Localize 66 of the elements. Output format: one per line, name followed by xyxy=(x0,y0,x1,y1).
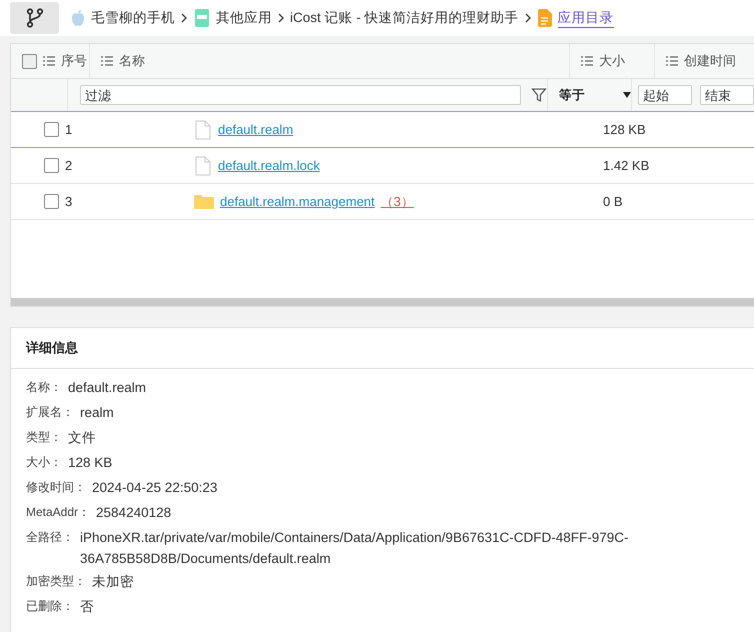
field-label: 加密类型： xyxy=(26,573,86,590)
field-value: realm xyxy=(80,404,114,422)
branch-button[interactable] xyxy=(10,2,59,34)
panel-title: 详细信息 xyxy=(11,328,754,369)
size-cell-text: 0 B xyxy=(602,193,624,211)
field-label: 修改时间： xyxy=(26,479,86,496)
column-header[interactable]: 大小 xyxy=(599,52,625,70)
size-cell-text: 1.42 KB xyxy=(602,157,650,175)
start-field[interactable]: 起始 xyxy=(638,85,692,105)
row-number: 3 xyxy=(65,194,72,209)
file-icon xyxy=(194,156,212,176)
field-value: 未加密 xyxy=(92,573,134,591)
column-header[interactable]: 序号 xyxy=(61,52,87,70)
column-header[interactable]: 名称 xyxy=(119,52,145,70)
apple-icon xyxy=(70,9,86,27)
file-link[interactable]: default.realm.management xyxy=(220,194,375,209)
dropdown-arrow-icon xyxy=(623,92,631,98)
field-label: 类型： xyxy=(26,429,62,446)
field-value: 2584240128 xyxy=(96,504,172,522)
list-icon xyxy=(666,56,678,66)
field-label: MetaAddr： xyxy=(26,504,90,521)
filter-icon[interactable] xyxy=(531,87,547,103)
branch-icon xyxy=(26,8,44,28)
operator-dropdown[interactable]: 等于 xyxy=(559,86,631,104)
list-icon xyxy=(101,56,113,66)
breadcrumb-link[interactable]: 应用目录 xyxy=(558,8,614,28)
field-label: 名称： xyxy=(26,379,62,396)
field-value: 文件 xyxy=(68,429,96,447)
row-checkbox[interactable] xyxy=(44,194,59,209)
chevron-icon xyxy=(524,13,532,23)
chevron-icon xyxy=(277,13,285,23)
app-icon xyxy=(193,8,211,28)
end-field[interactable]: 结束 xyxy=(700,85,754,105)
field-value: default.realm xyxy=(68,379,146,397)
list-icon xyxy=(43,56,55,66)
field-value: 2024-04-25 22:50:23 xyxy=(92,479,218,497)
row-number: 1 xyxy=(65,122,72,137)
field-label: 已删除： xyxy=(26,598,74,615)
table-row[interactable]: 3 default.realm.management （3） 0 B xyxy=(11,184,754,220)
field-value: 128 KB xyxy=(68,454,112,472)
row-number: 2 xyxy=(65,158,72,173)
select-all-checkbox[interactable] xyxy=(22,54,37,68)
document-icon xyxy=(536,8,553,28)
field-label: 扩展名： xyxy=(26,404,74,421)
file-icon xyxy=(194,120,212,140)
row-checkbox[interactable] xyxy=(44,122,59,137)
count-link[interactable]: （3） xyxy=(380,192,414,210)
field-value: iPhoneXR.tar/private/var/mobile/Containers/Data/Application/9B67631C-CDFD-48FF-979C-36A785B58D8B/Documents/default.realm xyxy=(80,529,630,568)
filter-field[interactable]: 过滤 xyxy=(80,85,522,105)
chevron-icon xyxy=(180,13,188,23)
column-header[interactable]: 创建时间 xyxy=(684,52,736,70)
field-value: 否 xyxy=(80,598,94,616)
row-checkbox[interactable] xyxy=(44,158,59,173)
table-row[interactable]: 2 default.realm.lock 1.42 KB xyxy=(11,148,754,184)
field-label: 大小： xyxy=(26,454,62,471)
list-icon xyxy=(581,56,593,66)
breadcrumb-link[interactable]: 毛雪柳的手机 xyxy=(91,9,175,27)
file-link[interactable]: default.realm.lock xyxy=(218,158,320,173)
scrollbar[interactable] xyxy=(11,298,754,306)
breadcrumb-link[interactable]: iCost 记账 - 快速简洁好用的理财助手 xyxy=(290,9,519,27)
file-link[interactable]: default.realm xyxy=(218,122,294,137)
folder-icon xyxy=(194,194,214,210)
size-cell-text: 128 KB xyxy=(602,121,647,139)
breadcrumb-link[interactable]: 其他应用 xyxy=(216,9,272,27)
field-label: 全路径： xyxy=(26,529,74,546)
table-row[interactable]: 1 default.realm 128 KB xyxy=(11,112,754,148)
